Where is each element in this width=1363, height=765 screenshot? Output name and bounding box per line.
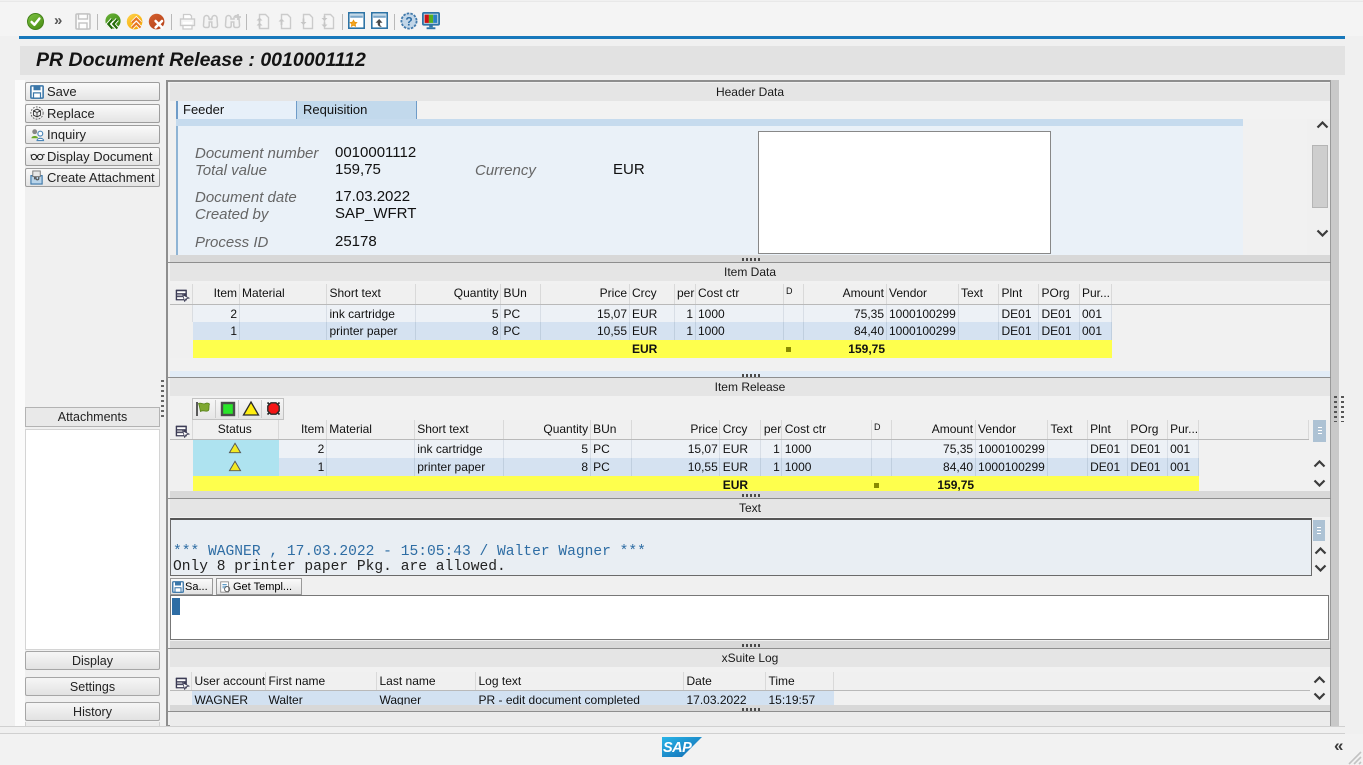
svg-text:?: ? — [405, 14, 412, 28]
svg-text:SAP: SAP — [663, 740, 692, 756]
